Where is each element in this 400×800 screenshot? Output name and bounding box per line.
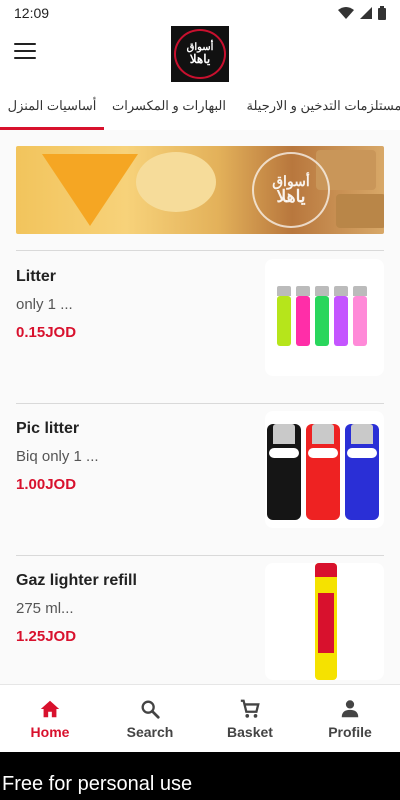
tab-home-essentials[interactable]: أساسيات المنزل [0, 82, 104, 130]
app-bar: أسواق ياهلا [0, 26, 400, 82]
product-description: 275 ml... [16, 600, 74, 617]
bottom-nav: Home Search Basket Profile [0, 684, 400, 752]
product-price: 1.25JOD [16, 628, 77, 645]
product-image [265, 563, 384, 680]
chip-shape [42, 154, 138, 226]
divider [16, 555, 384, 556]
product-price: 1.00JOD [16, 476, 77, 493]
status-time: 12:09 [14, 5, 50, 21]
product-card[interactable]: Pic litter Biq only 1 ... 1.00JOD [16, 411, 384, 540]
nav-profile[interactable]: Profile [300, 685, 400, 753]
product-name: Gaz lighter refill [16, 572, 137, 589]
nav-basket-label: Basket [227, 724, 273, 740]
product-card[interactable]: Litter only 1 ... 0.15JOD [16, 259, 384, 388]
product-price: 0.15JOD [16, 324, 77, 341]
watermark-bar: Free for personal use [0, 752, 400, 800]
nav-search-label: Search [126, 724, 174, 740]
product-image [265, 411, 384, 528]
divider [16, 403, 384, 404]
status-bar: 12:09 [0, 0, 400, 26]
tab-smoking-supplies[interactable]: مستلزمات التدخين و الارجيلة [234, 82, 400, 130]
nav-home-label: Home [30, 724, 70, 740]
product-description: Biq only 1 ... [16, 448, 99, 465]
product-card[interactable]: Gaz lighter refill 275 ml... 1.25JOD [16, 563, 384, 692]
promo-banner[interactable]: أسواق ياهلا [16, 146, 384, 234]
banner-logo: أسواق ياهلا [252, 152, 330, 228]
divider [16, 250, 384, 251]
nav-profile-label: Profile [328, 724, 372, 740]
nav-home[interactable]: Home [0, 685, 100, 753]
cracker-shape [336, 194, 384, 228]
search-icon [141, 700, 160, 719]
battery-icon [378, 6, 386, 20]
signal-icon [360, 7, 372, 19]
status-icons [338, 6, 386, 20]
category-tabs: أساسيات المنزل البهارات و المكسرات مستلز… [0, 82, 400, 130]
product-name: Pic litter [16, 420, 80, 437]
tab-indicator [0, 127, 104, 130]
watermark-text: Free for personal use [2, 773, 193, 795]
logo-line2: ياهلا [189, 52, 211, 66]
banner-logo-line1: أسواق [272, 172, 310, 189]
hamburger-icon [14, 43, 36, 45]
wifi-icon [338, 7, 354, 19]
tab-spices-nuts[interactable]: البهارات و المكسرات [104, 82, 234, 130]
product-name: Litter [16, 268, 56, 285]
product-image [265, 259, 384, 376]
nav-basket[interactable]: Basket [200, 685, 300, 753]
cart-icon [240, 699, 260, 718]
menu-button[interactable] [14, 43, 36, 63]
product-description: only 1 ... [16, 296, 73, 313]
chip-shape [136, 152, 216, 212]
home-icon [40, 700, 60, 718]
nav-search[interactable]: Search [100, 685, 200, 753]
person-icon [341, 700, 359, 718]
banner-logo-line2: ياهلا [276, 187, 306, 207]
app-logo: أسواق ياهلا [171, 26, 229, 82]
